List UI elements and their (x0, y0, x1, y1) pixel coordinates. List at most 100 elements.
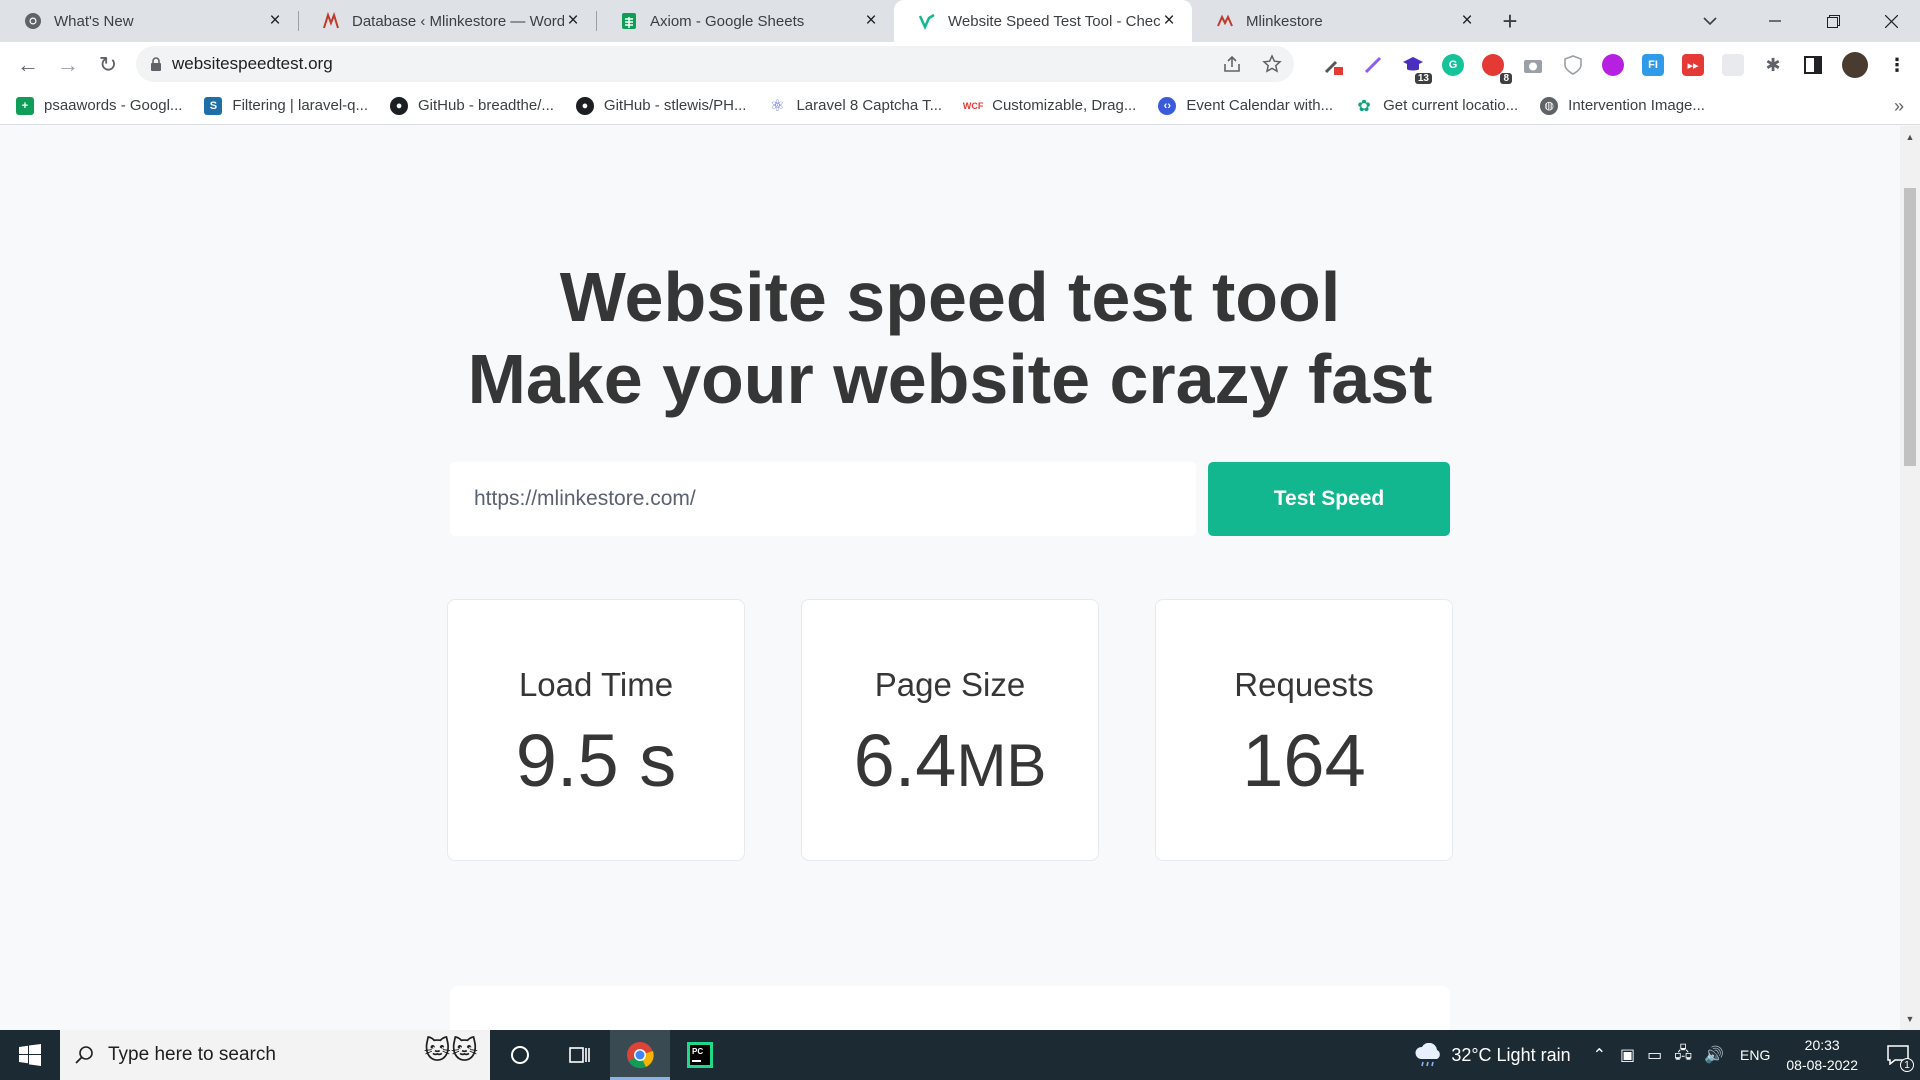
bookmark-item[interactable]: ⚛ Laravel 8 Captcha T... (768, 97, 942, 115)
tab-title: Mlinkestore (1246, 12, 1323, 30)
close-tab-icon[interactable]: × (564, 10, 582, 31)
close-tab-icon[interactable]: × (266, 10, 284, 31)
github-icon: ● (390, 96, 409, 115)
shield-extension-icon[interactable] (1562, 54, 1584, 76)
bookmark-item[interactable]: S Filtering | laravel-q... (204, 96, 369, 115)
tab-title: Database ‹ Mlinkestore — WordPress (352, 12, 564, 30)
globe-icon: ◍ (1540, 96, 1559, 115)
pycharm-taskbar-button[interactable]: PC (670, 1030, 730, 1080)
volume-icon[interactable]: 🔊 (1704, 1045, 1724, 1065)
tab-database[interactable]: Database ‹ Mlinkestore — WordPress × (298, 0, 596, 42)
scroll-down-arrow-icon[interactable]: ▼ (1900, 1010, 1920, 1028)
extension-badge: 13 (1414, 73, 1432, 84)
fi-extension-icon[interactable]: FI (1642, 54, 1664, 76)
battery-icon[interactable]: ▭ (1647, 1045, 1662, 1065)
metric-label: Load Time (518, 666, 674, 703)
react-icon: ⚛ (770, 97, 785, 115)
network-icon[interactable]: 🖧 (1674, 1042, 1692, 1069)
pen-extension-icon[interactable] (1362, 54, 1384, 76)
blank-extension-icon[interactable] (1722, 54, 1744, 76)
cortana-button[interactable] (490, 1030, 550, 1080)
minimize-icon (1769, 20, 1781, 22)
bookmark-label: GitHub - breadthe/... (418, 97, 554, 114)
close-window-button[interactable] (1862, 0, 1920, 42)
reload-button[interactable]: ↻ (88, 45, 128, 85)
bookmark-item[interactable]: WCF Customizable, Drag... (963, 97, 1136, 115)
purple-extension-icon[interactable] (1602, 54, 1624, 76)
test-speed-button[interactable]: Test Speed (1208, 462, 1450, 536)
clock[interactable]: 20:33 08-08-2022 (1786, 1035, 1858, 1075)
double-chevron-icon: » (1893, 95, 1904, 116)
sheets-icon: + (16, 96, 34, 115)
scrollbar-thumb[interactable] (1904, 188, 1916, 466)
scroll-up-arrow-icon[interactable]: ▲ (1900, 128, 1920, 146)
speedtest-icon (918, 12, 936, 30)
recorder-extension-icon[interactable]: 8 (1482, 54, 1512, 84)
side-panel-icon[interactable] (1802, 54, 1824, 76)
bookmark-item[interactable]: ● GitHub - stlewis/PH... (575, 96, 746, 115)
taskbar-search-box[interactable]: Type here to search 🐱🐱 (60, 1030, 490, 1080)
bookmark-label: Filtering | laravel-q... (232, 97, 369, 114)
share-icon[interactable] (1222, 55, 1242, 73)
chrome-taskbar-button[interactable] (610, 1030, 670, 1080)
weather-widget[interactable]: 32°C Light rain (1413, 1043, 1571, 1067)
metric-value: 6.4MB (853, 719, 1047, 802)
bookmark-label: Event Calendar with... (1186, 97, 1334, 114)
metric-value: 9.5 s (515, 719, 677, 802)
graduation-cap-extension-icon[interactable]: 13 (1402, 54, 1432, 84)
lock-icon (151, 57, 161, 71)
address-bar[interactable]: websitespeedtest.org (136, 46, 1294, 82)
browser-toolbar: ← → ↻ websitespeedtest.org 13 G 8 FI ▸▸ … (0, 42, 1920, 87)
restore-icon (1826, 14, 1840, 28)
notification-count: 1 (1900, 1058, 1914, 1072)
close-tab-icon[interactable]: × (862, 10, 880, 31)
chevron-down-icon (1703, 17, 1717, 26)
address-url: websitespeedtest.org (172, 54, 333, 73)
back-button[interactable]: ← (8, 45, 48, 85)
tab-whats-new[interactable]: What's New × (0, 0, 298, 42)
bookmark-item[interactable]: + psaawords - Googl... (16, 96, 182, 115)
profile-avatar[interactable] (1842, 52, 1868, 78)
task-view-icon (569, 1047, 590, 1063)
windows-logo-icon (19, 1044, 41, 1066)
bookmark-item[interactable]: ◍ Intervention Image... (1540, 96, 1705, 115)
tab-axiom-sheets[interactable]: Axiom - Google Sheets × (596, 0, 894, 42)
bookmark-item[interactable]: ✿ Get current locatio... (1355, 97, 1518, 115)
close-tab-icon[interactable]: × (1160, 10, 1178, 31)
bookmark-item[interactable]: ● GitHub - breadthe/... (390, 96, 554, 115)
close-tab-icon[interactable]: × (1458, 10, 1476, 31)
page-heading: Website speed test tool Make your websit… (0, 256, 1900, 420)
language-indicator[interactable]: ENG (1740, 1047, 1770, 1063)
bookmark-label: Intervention Image... (1568, 97, 1705, 114)
start-button[interactable] (0, 1030, 60, 1080)
heading-line-1: Website speed test tool (559, 258, 1341, 336)
restore-button[interactable] (1804, 0, 1862, 42)
metric-value: 164 (1242, 719, 1366, 802)
more-bookmarks-button[interactable]: » (1894, 87, 1904, 125)
puzzle-extensions-icon[interactable]: ✱ (1762, 54, 1784, 76)
new-tab-button[interactable]: + (1490, 0, 1530, 42)
url-input[interactable] (450, 462, 1196, 536)
tab-title: Axiom - Google Sheets (650, 12, 805, 30)
forward-extension-icon[interactable]: ▸▸ (1682, 54, 1704, 76)
svg-text:PC: PC (692, 1047, 703, 1056)
bookmarks-bar: + psaawords - Googl... S Filtering | lar… (0, 87, 1920, 125)
mlinkestore-icon (322, 12, 340, 30)
tab-website-speed-test[interactable]: Website Speed Test Tool - Check × (894, 0, 1192, 42)
grammarly-extension-icon[interactable]: G (1442, 54, 1464, 76)
notification-center-button[interactable]: 1 (1876, 1030, 1920, 1080)
bookmark-item[interactable]: ‹› Event Calendar with... (1158, 96, 1334, 115)
chevron-up-icon[interactable]: ⌃ (1593, 1045, 1606, 1065)
menu-dots-icon[interactable]: ⋮ (1886, 54, 1908, 76)
forward-button[interactable]: → (48, 45, 88, 85)
page-scrollbar[interactable]: ▲ ▼ (1900, 126, 1920, 1030)
meet-now-icon[interactable]: ▣ (1620, 1045, 1635, 1065)
tab-search-button[interactable] (1690, 0, 1730, 42)
speed-test-form: Test Speed (450, 462, 1450, 536)
tab-mlinkestore[interactable]: Mlinkestore × (1192, 0, 1490, 42)
bookmark-star-icon[interactable] (1262, 54, 1282, 74)
camera-extension-icon[interactable] (1522, 54, 1544, 76)
task-view-button[interactable] (550, 1030, 610, 1080)
minimize-button[interactable] (1746, 0, 1804, 42)
eyedropper-extension-icon[interactable] (1322, 54, 1344, 76)
